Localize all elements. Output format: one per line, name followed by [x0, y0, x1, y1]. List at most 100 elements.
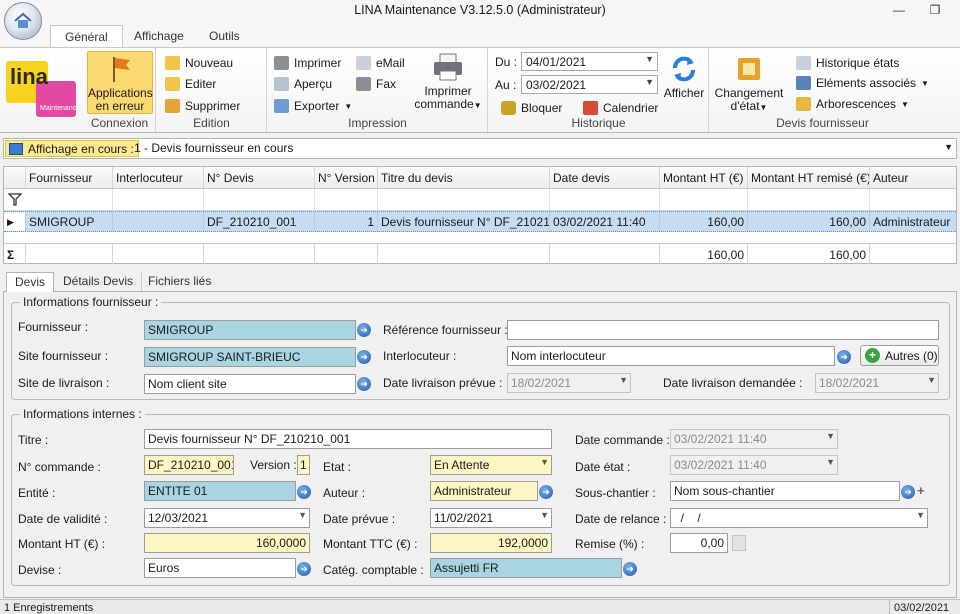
informations-fournisseur-title: Informations fournisseur : [20, 295, 162, 309]
flag-icon [113, 57, 130, 82]
state-change-icon [738, 58, 760, 80]
date-etat-field[interactable]: 03/02/2021 11:40 ▼ [670, 455, 838, 475]
imprimer-button[interactable]: Imprimer [274, 54, 341, 72]
filter-num-version[interactable] [315, 189, 378, 210]
sigma-icon: Σ [4, 244, 26, 264]
col-interlocuteur[interactable]: Interlocuteur [113, 167, 204, 188]
add-icon[interactable]: + [917, 484, 929, 498]
go-arrow-icon[interactable]: ➜ [297, 485, 311, 499]
go-arrow-icon[interactable]: ➜ [837, 350, 851, 364]
editer-button[interactable]: Editer [165, 75, 216, 93]
preview-icon [274, 77, 289, 91]
filter-num-devis[interactable] [204, 189, 315, 210]
tab-general[interactable]: Général [50, 25, 123, 48]
interlocuteur-field[interactable]: Nom interlocuteur [507, 346, 835, 366]
calendrier-button[interactable]: Calendrier [583, 99, 658, 117]
col-montant-ht-remise[interactable]: Montant HT remisé (€) [748, 167, 870, 188]
col-titre[interactable]: Titre du devis [378, 167, 550, 188]
nouveau-button[interactable]: Nouveau [165, 54, 233, 72]
trash-icon[interactable] [732, 535, 746, 551]
arborescences-button[interactable]: Arborescences ▼ [796, 95, 909, 113]
site-fournisseur-field[interactable]: SMIGROUP SAINT-BRIEUC [144, 347, 356, 367]
tab-outils[interactable]: Outils [195, 25, 254, 48]
site-livraison-field[interactable]: Nom client site [144, 374, 356, 394]
col-montant-ht[interactable]: Montant HT (€) [660, 167, 748, 188]
devise-field[interactable]: Euros [144, 558, 296, 578]
filter-titre[interactable] [378, 189, 550, 210]
ribbon-tabs: Général Affichage Outils [0, 22, 960, 48]
col-fournisseur[interactable]: Fournisseur [26, 167, 113, 188]
affichage-value: 1 - Devis fournisseur en cours [134, 141, 294, 155]
affichage-en-cours-bar[interactable]: Affichage en cours : 1 - Devis fournisse… [3, 138, 957, 159]
go-arrow-icon[interactable]: ➜ [357, 350, 371, 364]
col-auteur[interactable]: Auteur [870, 167, 956, 188]
date-commande-field[interactable]: 03/02/2021 11:40 ▼ [670, 429, 838, 449]
exporter-button[interactable]: Exporter ▼ [274, 97, 352, 115]
du-date-picker[interactable]: 04/01/2021 ▼ [521, 52, 658, 71]
etat-field[interactable]: En Attente ▼ [430, 455, 552, 475]
group-label-connexion: Connexion [90, 116, 149, 130]
tab-devis[interactable]: Devis [6, 272, 55, 292]
supprimer-button[interactable]: Supprimer [165, 97, 240, 115]
num-commande-field[interactable]: DF_210210_001 [144, 455, 234, 475]
tab-affichage[interactable]: Affichage [120, 25, 198, 48]
tab-details-devis[interactable]: Détails Devis [55, 272, 143, 292]
email-button[interactable]: eMail [356, 54, 405, 72]
go-arrow-icon[interactable]: ➜ [901, 485, 915, 499]
version-field[interactable]: 1 [297, 455, 310, 475]
date-livraison-prevue-field[interactable]: 18/02/2021 ▼ [507, 373, 631, 393]
afficher-label: Afficher [663, 86, 705, 100]
restore-button[interactable]: ❐ [924, 3, 946, 19]
applications-en-erreur-button[interactable]: Applications en erreur [87, 51, 153, 114]
go-arrow-icon[interactable]: ➜ [357, 377, 371, 391]
grid-totals-row: Σ 160,00 160,00 [4, 243, 956, 264]
filter-fournisseur[interactable] [26, 189, 113, 210]
elements-associes-button[interactable]: Eléments associés ▼ [796, 74, 929, 92]
entite-field[interactable]: ENTITE 01 [144, 481, 296, 501]
grid-filter-row[interactable] [4, 189, 956, 211]
filter-date-devis[interactable] [550, 189, 660, 210]
col-num-version[interactable]: N° Version [315, 167, 378, 188]
montant-ht-field[interactable]: 160,0000 [144, 533, 310, 553]
status-bar: 1 Enregistrements 03/02/2021 [0, 599, 960, 614]
tab-fichiers-lies[interactable]: Fichiers liés [140, 272, 219, 292]
filter-interlocuteur[interactable] [113, 189, 204, 210]
auteur-field[interactable]: Administrateur [430, 481, 538, 501]
filter-montant-ht[interactable] [660, 189, 748, 210]
date-validite-field[interactable]: 12/03/2021 ▼ [144, 508, 310, 528]
date-livraison-demandee-field[interactable]: 18/02/2021 ▼ [815, 373, 939, 393]
fournisseur-field[interactable]: SMIGROUP [144, 320, 356, 340]
col-num-devis[interactable]: N° Devis [204, 167, 315, 188]
app-menu-button[interactable] [4, 2, 42, 40]
go-arrow-icon[interactable]: ➜ [623, 562, 637, 576]
date-livraison-prevue-value: 18/02/2021 [511, 376, 572, 390]
table-row[interactable]: ▶ SMIGROUP DF_210210_001 1 Devis fournis… [4, 211, 956, 232]
changement-etat-button[interactable]: Changement d'état▼ [712, 54, 786, 114]
filter-icon[interactable] [8, 193, 22, 206]
afficher-button[interactable]: Afficher [661, 54, 707, 100]
bloquer-button[interactable]: Bloquer [501, 99, 562, 117]
imprimer-commande-button[interactable]: Imprimer commande▼ [410, 52, 486, 112]
col-date-devis[interactable]: Date devis [550, 167, 660, 188]
montant-ttc-field[interactable]: 192,0000 [430, 533, 552, 553]
reference-fournisseur-field[interactable] [507, 320, 939, 340]
filter-montant-ht-remise[interactable] [748, 189, 870, 210]
categ-comptable-field[interactable]: Assujetti FR [430, 558, 622, 578]
go-arrow-icon[interactable]: ➜ [539, 485, 553, 499]
sous-chantier-field[interactable]: Nom sous-chantier [670, 481, 900, 501]
date-prevue-value: 11/02/2021 [434, 511, 494, 525]
date-prevue-field[interactable]: 11/02/2021 ▼ [430, 508, 552, 528]
go-arrow-icon[interactable]: ➜ [297, 562, 311, 576]
chevron-down-icon[interactable]: ▼ [944, 142, 953, 152]
minimize-button[interactable]: — [888, 3, 910, 19]
historique-etats-button[interactable]: Historique états [796, 54, 899, 72]
date-relance-field[interactable]: / / ▼ [670, 508, 928, 528]
au-date-picker[interactable]: 03/02/2021 ▼ [521, 75, 658, 94]
autres-button[interactable]: + Autres (0) [860, 345, 939, 366]
remise-field[interactable]: 0,00 [670, 533, 728, 553]
fax-button[interactable]: Fax [356, 75, 396, 93]
go-arrow-icon[interactable]: ➜ [357, 323, 371, 337]
email-icon [356, 56, 371, 70]
titre-field[interactable]: Devis fournisseur N° DF_210210_001 [144, 429, 552, 449]
apercu-button[interactable]: Aperçu [274, 75, 332, 93]
